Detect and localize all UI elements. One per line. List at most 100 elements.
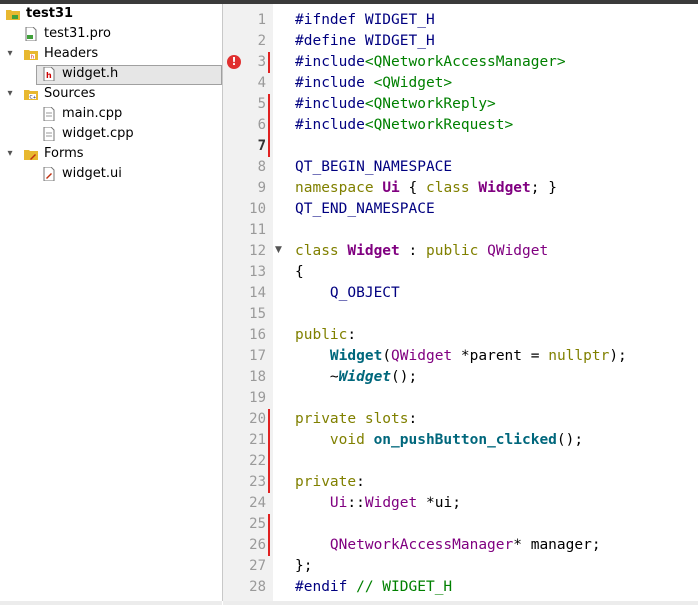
- line-number: 28: [249, 579, 266, 595]
- line-number: 18: [249, 369, 266, 385]
- editor-scrollbar[interactable]: [223, 601, 698, 605]
- code-line-18[interactable]: ~Widget();: [295, 367, 417, 388]
- code-editor[interactable]: 1 2 3 4 5 6 7 8 9 10 11 12 13 14 15 16 1…: [223, 4, 698, 601]
- token: public: [425, 243, 479, 259]
- fold-arrow-icon[interactable]: ▼: [275, 245, 282, 255]
- line-number: 5: [257, 96, 266, 112]
- code-line-27[interactable]: };: [295, 556, 312, 577]
- code-line-8[interactable]: QT_BEGIN_NAMESPACE: [295, 157, 452, 178]
- code-line-23[interactable]: private:: [295, 472, 365, 493]
- change-marker: [268, 535, 270, 556]
- token: parent: [469, 348, 523, 364]
- code-line-12[interactable]: class Widget : public QWidget: [295, 241, 548, 262]
- line-number: 23: [249, 474, 266, 490]
- tree-item-headers[interactable]: ▾ h Headers: [0, 44, 222, 64]
- token: QNetworkAccessManager: [329, 537, 514, 553]
- tree-item-main-cpp[interactable]: main.cpp: [0, 104, 222, 124]
- code-line-1[interactable]: #ifndef WIDGET_H: [295, 10, 435, 31]
- token: );: [609, 348, 627, 364]
- token: <QNetworkReply>: [364, 96, 496, 112]
- chevron-down-icon[interactable]: ▾: [4, 44, 16, 64]
- svg-text:h: h: [46, 71, 52, 80]
- code-line-28[interactable]: #endif // WIDGET_H: [295, 577, 452, 598]
- token: nullptr: [548, 348, 610, 364]
- code-line-21[interactable]: void on_pushButton_clicked();: [295, 430, 583, 451]
- change-marker: [268, 472, 270, 493]
- line-number-current: 7: [257, 138, 266, 154]
- line-number: 6: [257, 117, 266, 133]
- token: class: [425, 180, 470, 196]
- code-line-4[interactable]: #include <QWidget>: [295, 73, 452, 94]
- line-number: 22: [249, 453, 266, 469]
- code-line-10[interactable]: QT_END_NAMESPACE: [295, 199, 435, 220]
- token: manager: [530, 537, 592, 553]
- token: ();: [556, 432, 584, 448]
- code-line-16[interactable]: public:: [295, 325, 356, 346]
- change-marker: [268, 52, 270, 73]
- header-file-icon: h: [42, 66, 56, 82]
- token: public: [295, 327, 348, 343]
- token: ui: [434, 495, 453, 511]
- token: Widget: [329, 348, 383, 364]
- tree-item-forms[interactable]: ▾ Forms: [0, 144, 222, 164]
- tree-item-pro-file[interactable]: test31.pro: [0, 24, 222, 44]
- folder-icon: h: [24, 47, 38, 61]
- token: ~: [295, 369, 339, 385]
- token: Widget: [478, 180, 531, 196]
- line-number: 26: [249, 537, 266, 553]
- token: (: [382, 348, 392, 364]
- code-line-26[interactable]: QNetworkAccessManager* manager;: [295, 535, 601, 556]
- change-marker: [268, 514, 270, 535]
- pro-file-icon: [24, 26, 38, 42]
- tree-item-sources[interactable]: ▾ C+ Sources: [0, 84, 222, 104]
- code-line-6[interactable]: #include<QNetworkRequest>: [295, 115, 513, 136]
- tree-item-project[interactable]: test31: [0, 4, 222, 24]
- code-line-5[interactable]: #include<QNetworkReply>: [295, 94, 496, 115]
- token: private: [295, 411, 357, 427]
- code-line-3[interactable]: #include<QNetworkAccessManager>: [295, 52, 566, 73]
- line-number: 16: [249, 327, 266, 343]
- tree-scrollbar[interactable]: [0, 601, 222, 605]
- token: #include: [295, 117, 365, 133]
- code-line-17[interactable]: Widget(QWidget *parent = nullptr);: [295, 346, 627, 367]
- error-icon[interactable]: !: [227, 55, 241, 69]
- token: Ui: [382, 180, 400, 196]
- code-line-20[interactable]: private slots:: [295, 409, 417, 430]
- tree-item-widget-h[interactable]: h widget.h: [0, 64, 222, 84]
- token: void: [329, 432, 365, 448]
- code-line-14[interactable]: Q_OBJECT: [295, 283, 400, 304]
- token: *: [452, 348, 470, 364]
- code-line-9[interactable]: namespace Ui { class Widget; }: [295, 178, 557, 199]
- token: #include: [295, 96, 365, 112]
- line-number: 11: [249, 222, 266, 238]
- token: #ifndef WIDGET_H: [295, 12, 435, 28]
- chevron-down-icon[interactable]: ▾: [4, 84, 16, 104]
- line-number: 27: [249, 558, 266, 574]
- token: };: [295, 558, 313, 574]
- code-line-24[interactable]: Ui::Widget *ui;: [295, 493, 461, 514]
- line-number: 14: [249, 285, 266, 301]
- token: QWidget: [391, 348, 453, 364]
- token: Q_OBJECT: [329, 285, 400, 301]
- token: on_pushButton_clicked: [373, 432, 557, 448]
- change-marker: [268, 409, 270, 430]
- code-line-13[interactable]: {: [295, 262, 304, 283]
- project-folder-icon: [6, 7, 20, 21]
- tree-item-widget-cpp[interactable]: widget.cpp: [0, 124, 222, 144]
- project-tree[interactable]: test31 test31.pro ▾ h Headers h widget.h…: [0, 4, 223, 601]
- token: Widget: [347, 243, 400, 259]
- code-line-2[interactable]: #define WIDGET_H: [295, 31, 435, 52]
- chevron-down-icon[interactable]: ▾: [4, 144, 16, 164]
- line-number: 20: [249, 411, 266, 427]
- line-number: 2: [257, 33, 266, 49]
- token: <QWidget>: [373, 75, 453, 91]
- token: slots: [364, 411, 409, 427]
- line-number: 17: [249, 348, 266, 364]
- tree-item-widget-ui[interactable]: widget.ui: [0, 164, 222, 184]
